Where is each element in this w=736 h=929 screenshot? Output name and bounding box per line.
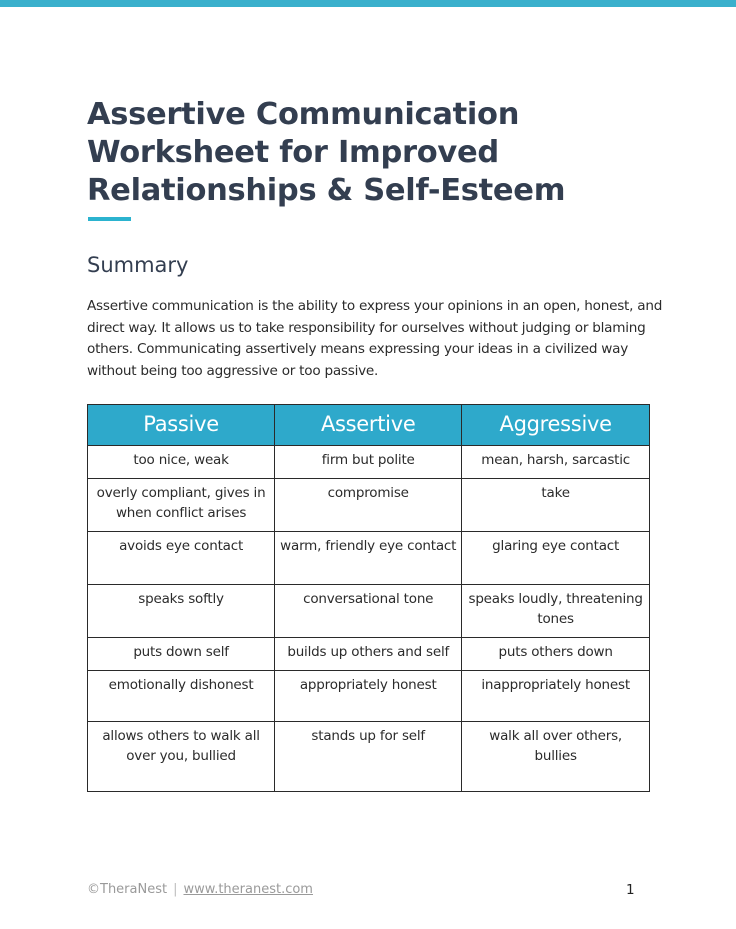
table-row: emotionally dishonest appropriately hone… (86, 670, 650, 722)
table-row: speaks softly conversational tone speaks… (86, 584, 650, 638)
table-row: puts down self builds up others and self… (86, 637, 650, 671)
top-accent-bar (0, 0, 736, 7)
cell-aggressive: take (461, 478, 650, 532)
document-title: Assertive Communication Worksheet for Im… (87, 97, 566, 208)
footer-website-link[interactable]: www.theranest.com (183, 882, 313, 897)
table-header-row: Passive Assertive Aggressive (86, 404, 650, 446)
table-row: avoids eye contact warm, friendly eye co… (86, 531, 650, 585)
cell-assertive: appropriately honest (274, 670, 463, 722)
cell-aggressive: mean, harsh, sarcastic (461, 445, 650, 479)
header-aggressive: Aggressive (461, 404, 650, 446)
cell-aggressive: puts others down (461, 637, 650, 671)
cell-aggressive: inappropriately honest (461, 670, 650, 722)
cell-passive: puts down self (86, 637, 276, 671)
cell-assertive: firm but polite (274, 445, 463, 479)
page-number: 1 (626, 882, 635, 898)
cell-passive: allows others to walk all over you, bull… (86, 721, 276, 792)
cell-passive: too nice, weak (86, 445, 276, 479)
header-passive: Passive (86, 404, 276, 446)
summary-paragraph: Assertive communication is the ability t… (87, 298, 663, 379)
footer-copyright: ©TheraNest (87, 882, 168, 897)
cell-aggressive: glaring eye contact (461, 531, 650, 585)
summary-heading: Summary (87, 253, 189, 277)
cell-aggressive: walk all over others, bullies (461, 721, 650, 792)
cell-passive: speaks softly (86, 584, 276, 638)
cell-assertive: builds up others and self (274, 637, 463, 671)
title-underline (88, 217, 131, 221)
table-row: allows others to walk all over you, bull… (86, 721, 650, 792)
table-row: overly compliant, gives in when conflict… (86, 478, 650, 532)
cell-passive: emotionally dishonest (86, 670, 276, 722)
footer: ©TheraNest | www.theranest.com (87, 882, 313, 897)
header-assertive: Assertive (274, 404, 463, 446)
cell-assertive: stands up for self (274, 721, 463, 792)
footer-separator: | (173, 882, 178, 897)
cell-assertive: compromise (274, 478, 463, 532)
cell-passive: overly compliant, gives in when conflict… (86, 478, 276, 532)
cell-assertive: conversational tone (274, 584, 463, 638)
cell-assertive: warm, friendly eye contact (274, 531, 463, 585)
cell-passive: avoids eye contact (86, 531, 276, 585)
communication-styles-table: Passive Assertive Aggressive too nice, w… (86, 404, 650, 792)
cell-aggressive: speaks loudly, threatening tones (461, 584, 650, 638)
table-row: too nice, weak firm but polite mean, har… (86, 445, 650, 479)
